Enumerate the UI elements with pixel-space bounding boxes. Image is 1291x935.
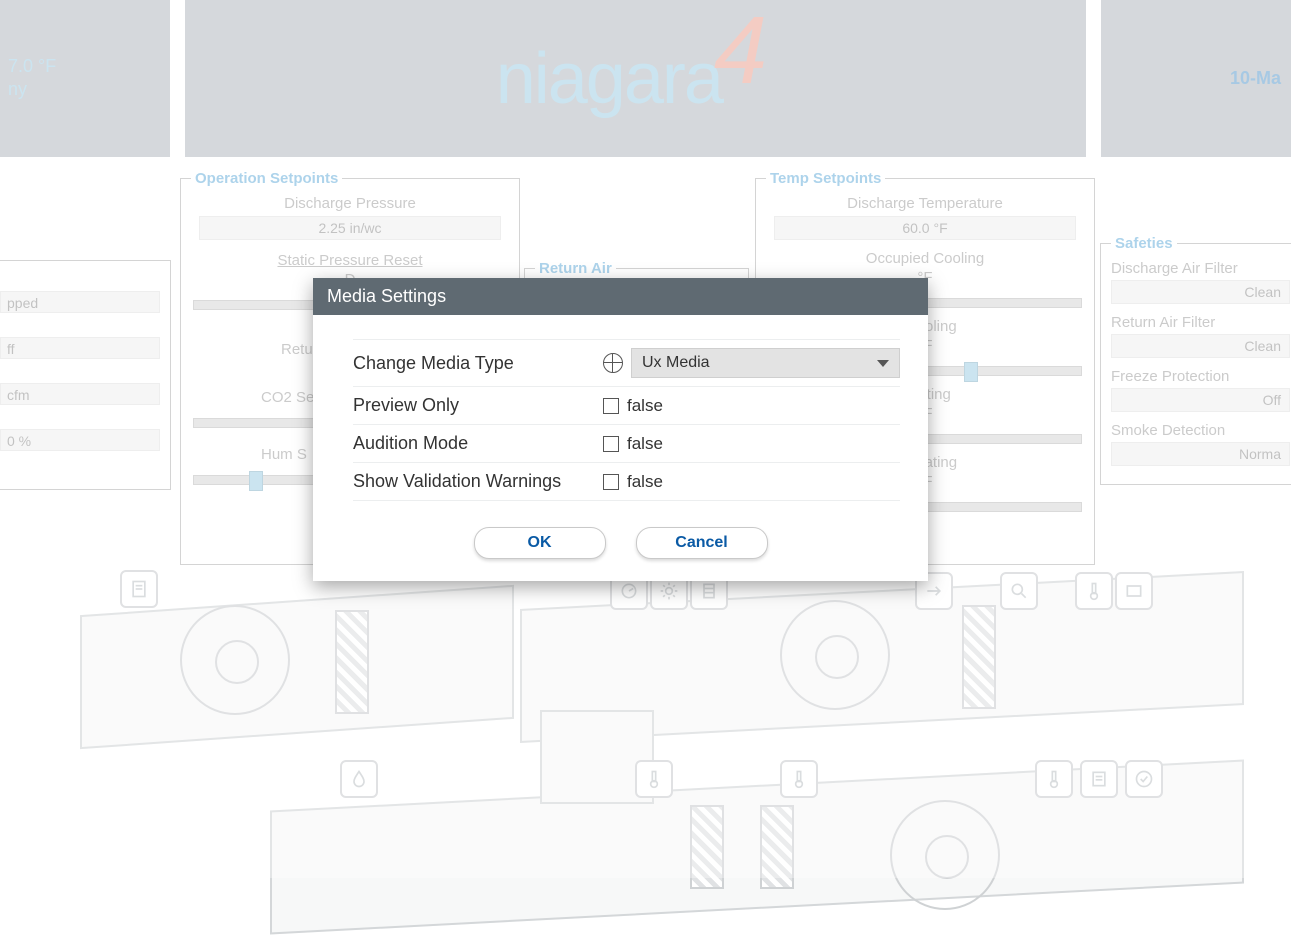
- media-type-select[interactable]: Ux Media: [631, 348, 900, 378]
- show-validation-value: false: [627, 472, 663, 492]
- audition-mode-value: false: [627, 434, 663, 454]
- preview-only-checkbox[interactable]: [603, 398, 619, 414]
- preview-only-value: false: [627, 396, 663, 416]
- audition-mode-checkbox[interactable]: [603, 436, 619, 452]
- row-show-validation: Show Validation Warnings false: [353, 463, 900, 501]
- media-type-value: Ux Media: [642, 354, 710, 372]
- audition-mode-label: Audition Mode: [353, 433, 603, 454]
- row-preview-only: Preview Only false: [353, 387, 900, 425]
- chevron-down-icon: [877, 360, 889, 367]
- globe-icon: [603, 353, 623, 373]
- cancel-button[interactable]: Cancel: [636, 527, 768, 559]
- row-change-media: Change Media Type Ux Media: [353, 339, 900, 387]
- row-audition-mode: Audition Mode false: [353, 425, 900, 463]
- change-media-label: Change Media Type: [353, 353, 603, 374]
- show-validation-checkbox[interactable]: [603, 474, 619, 490]
- show-validation-label: Show Validation Warnings: [353, 471, 603, 492]
- ok-button[interactable]: OK: [474, 527, 606, 559]
- preview-only-label: Preview Only: [353, 395, 603, 416]
- dialog-title: Media Settings: [313, 278, 928, 315]
- media-settings-dialog: Media Settings Change Media Type Ux Medi…: [313, 278, 928, 581]
